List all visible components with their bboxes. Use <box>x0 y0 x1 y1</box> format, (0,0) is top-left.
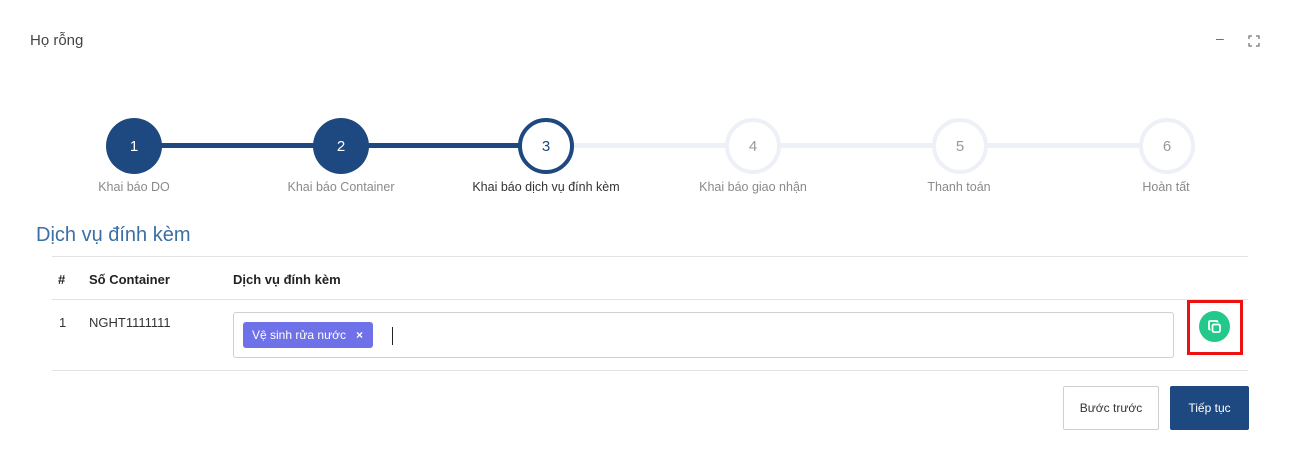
step-5-circle: 5 <box>932 118 988 174</box>
step-4-label: Khai báo giao nhận <box>699 180 807 194</box>
minimize-button[interactable]: – <box>1216 30 1224 46</box>
step-4-circle: 4 <box>725 118 781 174</box>
divider <box>52 370 1248 371</box>
step-5-label: Thanh toán <box>927 180 991 194</box>
column-header-container: Số Container <box>89 272 170 287</box>
text-caret <box>392 327 393 345</box>
divider <box>52 299 1248 300</box>
step-3-circle[interactable]: 3 <box>518 118 574 174</box>
copy-icon <box>1207 319 1221 333</box>
step-connector <box>548 143 755 148</box>
step-2-circle[interactable]: 2 <box>313 118 369 174</box>
column-header-index: # <box>58 272 66 287</box>
divider <box>52 256 1248 257</box>
step-6-circle: 6 <box>1139 118 1195 174</box>
step-connector <box>755 143 962 148</box>
step-6-label: Hoàn tất <box>1142 180 1190 194</box>
step-connector <box>341 143 548 148</box>
back-button[interactable]: Bước trước <box>1063 386 1159 430</box>
row-index: 1 <box>59 315 67 330</box>
panel-title: Họ rỗng <box>30 32 84 49</box>
copy-button[interactable] <box>1199 311 1230 342</box>
column-header-services: Dịch vụ đính kèm <box>233 272 341 287</box>
step-connector <box>962 143 1169 148</box>
step-1-label: Khai báo DO <box>98 180 170 194</box>
next-button[interactable]: Tiếp tục <box>1170 386 1249 430</box>
section-title: Dịch vụ đính kèm <box>36 224 191 246</box>
step-2-label: Khai báo Container <box>287 180 395 194</box>
step-connector <box>134 143 341 148</box>
tag-remove-icon[interactable]: × <box>356 328 363 342</box>
container-number: NGHT1111111 <box>89 315 171 330</box>
stepper: 1 2 3 4 5 6 Khai báo DO Khai báo Contain… <box>0 116 1298 206</box>
service-tag: Vệ sinh rửa nước × <box>243 322 373 348</box>
fullscreen-icon[interactable] <box>1248 35 1262 49</box>
step-1-circle[interactable]: 1 <box>106 118 162 174</box>
services-tag-input[interactable]: Vệ sinh rửa nước × <box>233 312 1174 358</box>
service-tag-label: Vệ sinh rửa nước <box>252 328 346 342</box>
step-3-label: Khai báo dịch vụ đính kèm <box>472 180 620 194</box>
